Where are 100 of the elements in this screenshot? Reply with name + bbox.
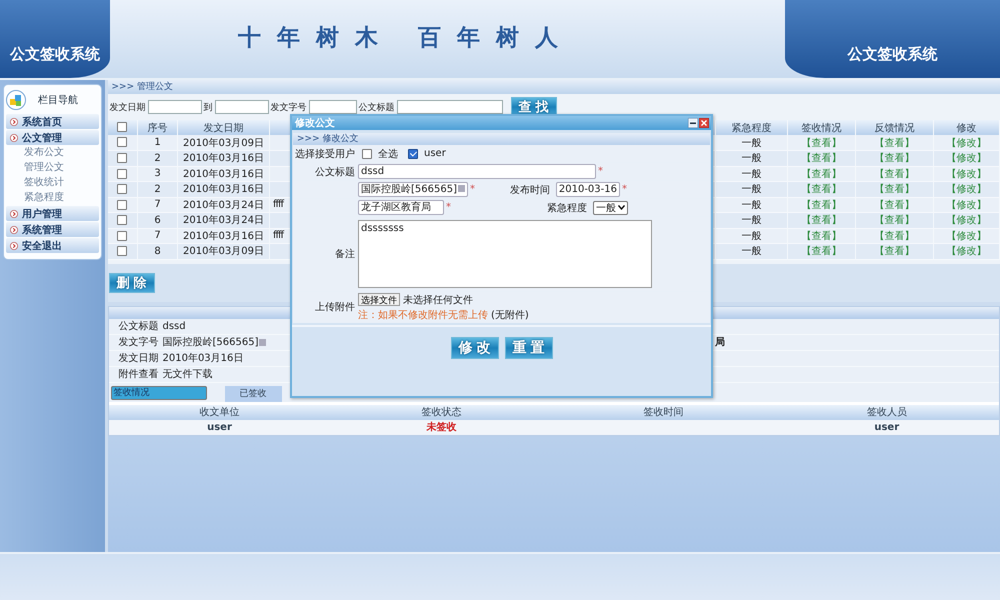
view-link[interactable]: 【查看】: [802, 230, 842, 242]
view-link[interactable]: 【查看】: [874, 230, 914, 242]
search-field[interactable]: [214, 100, 268, 114]
column-header: 收文单位: [198, 406, 240, 419]
nav-item[interactable]: 公文管理: [6, 130, 98, 145]
required-mark: *: [598, 166, 604, 177]
checkbox[interactable]: [117, 153, 128, 164]
table-cell: 2: [154, 184, 161, 195]
checkbox[interactable]: [408, 148, 418, 158]
table-cell: 一般: [742, 184, 762, 196]
table-cell: 7: [154, 199, 161, 210]
nav-subitem[interactable]: 管理公文: [6, 160, 98, 175]
view-link[interactable]: 【查看】: [802, 215, 842, 226]
search-field[interactable]: [396, 100, 502, 114]
table-cell: 1: [154, 137, 161, 148]
number-field[interactable]: 国际控股岭[566565]: [358, 182, 468, 197]
minimize-icon[interactable]: [688, 118, 698, 128]
view-link[interactable]: 【查看】: [802, 200, 842, 211]
detail-value: 局: [715, 336, 725, 349]
nav-item[interactable]: 用户管理: [6, 206, 98, 221]
table-cell: ffff: [273, 230, 284, 242]
attachment-status: (无附件): [491, 308, 529, 322]
checkbox[interactable]: [117, 137, 128, 148]
field-label: 发文字号: [270, 102, 306, 114]
table-cell: 一般: [742, 168, 762, 180]
view-link[interactable]: 【查看】: [874, 200, 914, 211]
tab[interactable]: 已签收: [224, 386, 282, 402]
view-link[interactable]: 【查看】: [874, 138, 914, 148]
nav-subitem[interactable]: 签收统计: [6, 175, 98, 190]
view-link[interactable]: 【查看】: [874, 215, 914, 226]
view-link[interactable]: 【查看】: [802, 184, 842, 196]
view-link[interactable]: 【查看】: [802, 168, 842, 180]
choose-file-button[interactable]: 选择文件: [358, 293, 400, 306]
table-cell: 2010年03月09日: [183, 246, 264, 258]
required-mark: *: [622, 184, 628, 195]
field-label: 备注: [334, 248, 356, 261]
detail-label: 附件查看: [118, 368, 160, 381]
table-cell: ffff: [273, 199, 284, 210]
breadcrumb: >>> 管理公文: [108, 80, 1000, 94]
tab[interactable]: 签收情况: [110, 386, 206, 400]
edit-link[interactable]: 【修改】: [946, 184, 986, 196]
column-header: 签收状态: [420, 406, 462, 419]
detail-value: 无文件下载: [162, 368, 212, 381]
arrow-icon: [10, 118, 18, 126]
remark-field[interactable]: dsssssss: [358, 220, 652, 288]
table-cell: 8: [154, 246, 161, 257]
urgency-select[interactable]: 一般: [593, 200, 628, 214]
search-field[interactable]: [308, 100, 356, 114]
checkbox[interactable]: [117, 122, 128, 132]
system-logo: 公文签收系统: [848, 45, 938, 64]
checkbox[interactable]: [117, 215, 128, 226]
column-header: 签收时间: [642, 406, 684, 419]
arrow-icon: [10, 242, 18, 250]
nav-item[interactable]: 系统管理: [6, 222, 98, 237]
checkbox-label: user: [424, 148, 446, 159]
view-link[interactable]: 【查看】: [874, 168, 914, 180]
edit-link[interactable]: 【修改】: [946, 230, 986, 242]
table-cell-text: user: [206, 422, 233, 432]
nav-item[interactable]: 系统首页: [6, 114, 98, 129]
delete-button[interactable]: 删除: [108, 272, 154, 292]
edit-link[interactable]: 【修改】: [946, 138, 986, 148]
table-cell: 一般: [742, 138, 762, 148]
checkbox[interactable]: [362, 148, 372, 158]
detail-value: 2010年03月16日: [162, 352, 244, 365]
required-mark: *: [470, 184, 476, 195]
field-label: 选择接受用户: [294, 148, 356, 160]
nav-item[interactable]: 安全退出: [6, 238, 98, 253]
table-cell: 6: [154, 214, 161, 226]
issuer-field[interactable]: 龙子湖区教育局: [358, 200, 444, 215]
edit-link[interactable]: 【修改】: [946, 153, 986, 164]
view-link[interactable]: 【查看】: [802, 138, 842, 148]
checkbox[interactable]: [117, 246, 128, 256]
view-link[interactable]: 【查看】: [874, 153, 914, 164]
table-cell: 2010年03月16日: [183, 184, 264, 196]
column-header: 紧急程度: [732, 122, 772, 134]
nav-subitem[interactable]: 紧急程度: [6, 190, 98, 205]
title-field[interactable]: dssd: [358, 164, 596, 179]
date-field[interactable]: 2010-03-16: [556, 182, 620, 197]
nav-subitem[interactable]: 发布公文: [6, 145, 98, 160]
edit-link[interactable]: 【修改】: [946, 200, 986, 211]
view-link[interactable]: 【查看】: [802, 246, 842, 258]
view-link[interactable]: 【查看】: [874, 246, 914, 258]
edit-link[interactable]: 【修改】: [946, 246, 986, 258]
column-header: 修改: [956, 122, 976, 134]
checkbox[interactable]: [117, 230, 128, 241]
table-cell: 一般: [742, 200, 762, 211]
close-icon[interactable]: [699, 118, 709, 128]
table-cell: 2010年03月24日: [183, 200, 264, 211]
checkbox[interactable]: [117, 184, 128, 194]
field-label: 发布时间: [510, 184, 550, 196]
checkbox[interactable]: [117, 200, 128, 210]
search-field[interactable]: [148, 100, 202, 114]
edit-link[interactable]: 【修改】: [946, 168, 986, 180]
view-link[interactable]: 【查看】: [874, 184, 914, 196]
table-cell: 2: [154, 152, 161, 164]
dialog-button[interactable]: 重置: [504, 337, 552, 359]
dialog-button[interactable]: 修改: [450, 337, 498, 359]
edit-link[interactable]: 【修改】: [946, 215, 986, 226]
view-link[interactable]: 【查看】: [802, 153, 842, 164]
checkbox[interactable]: [117, 168, 128, 179]
